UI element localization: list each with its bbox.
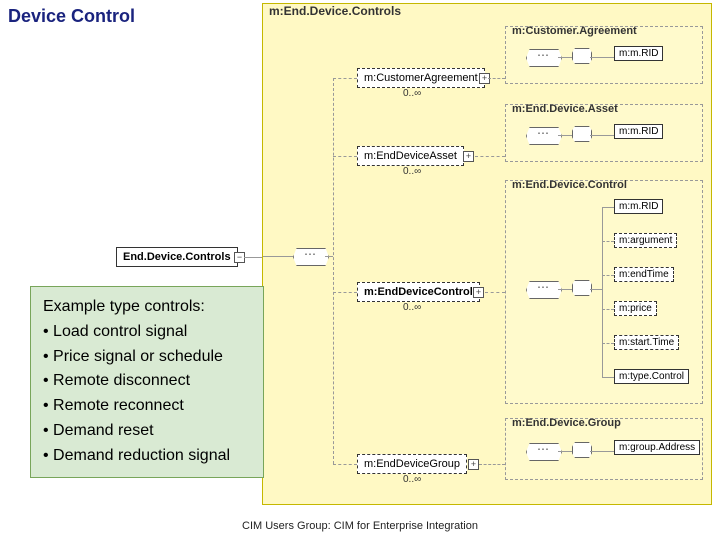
example-item: • Demand reset — [43, 419, 251, 444]
entity-customer-agreement: m:CustomerAgreement — [357, 68, 485, 88]
example-heading: Example type controls: — [43, 295, 251, 320]
group-label: m:Customer.Agreement — [512, 25, 637, 37]
group-end-device-asset: m:End.Device.Asset m:m.RID — [505, 104, 703, 162]
expand-icon: + — [468, 459, 479, 470]
group-label: m:End.Device.Asset — [512, 103, 618, 115]
cardinality-label: 0..∞ — [403, 166, 421, 177]
group-customer-agreement: m:Customer.Agreement m:m.RID — [505, 26, 703, 84]
example-item: • Load control signal — [43, 320, 251, 345]
expand-icon: + — [473, 287, 484, 298]
example-callout: Example type controls: • Load control si… — [30, 286, 264, 478]
example-item: • Demand reduction signal — [43, 444, 251, 469]
cardinality-label: 0..∞ — [403, 474, 421, 485]
attr-box: m:price — [614, 301, 657, 316]
sequence-connector-icon — [526, 443, 562, 461]
entity-end-device-control: m:EndDeviceControl — [357, 282, 480, 302]
sequence-connector-icon — [293, 248, 329, 266]
page-title: Device Control — [8, 6, 135, 27]
entity-end-device-group: m:EndDeviceGroup — [357, 454, 467, 474]
group-end-device-control: m:End.Device.Control m:m.RID m:argument … — [505, 180, 703, 404]
panel-root-label: m:End.Device.Controls — [269, 4, 401, 18]
group-label: m:End.Device.Group — [512, 417, 621, 429]
attr-box: m:m.RID — [614, 199, 663, 214]
example-item: • Remote disconnect — [43, 369, 251, 394]
attr-box: m:m.RID — [614, 124, 663, 139]
group-label: m:End.Device.Control — [512, 179, 627, 191]
cardinality-label: 0..∞ — [403, 302, 421, 313]
choice-connector-icon — [572, 280, 592, 296]
cardinality-label: 0..∞ — [403, 88, 421, 99]
choice-connector-icon — [572, 126, 592, 142]
attr-box: m:argument — [614, 233, 677, 248]
attr-box: m:type.Control — [614, 369, 689, 384]
sequence-connector-icon — [526, 281, 562, 299]
choice-connector-icon — [572, 442, 592, 458]
sequence-connector-icon — [526, 127, 562, 145]
expand-icon: + — [463, 151, 474, 162]
attr-box: m:group.Address — [614, 440, 700, 455]
schema-panel: m:End.Device.Controls m:Customer.Agreeme… — [262, 3, 712, 505]
sequence-connector-icon — [526, 49, 562, 67]
footer-text: CIM Users Group: CIM for Enterprise Inte… — [0, 520, 720, 532]
root-element: End.Device.Controls — [116, 247, 238, 267]
choice-connector-icon — [572, 48, 592, 64]
attr-box: m:start.Time — [614, 335, 679, 350]
attr-box: m:m.RID — [614, 46, 663, 61]
attr-box: m:endTime — [614, 267, 674, 282]
group-end-device-group: m:End.Device.Group m:group.Address — [505, 418, 703, 480]
example-item: • Remote reconnect — [43, 394, 251, 419]
example-item: • Price signal or schedule — [43, 345, 251, 370]
entity-end-device-asset: m:EndDeviceAsset — [357, 146, 464, 166]
